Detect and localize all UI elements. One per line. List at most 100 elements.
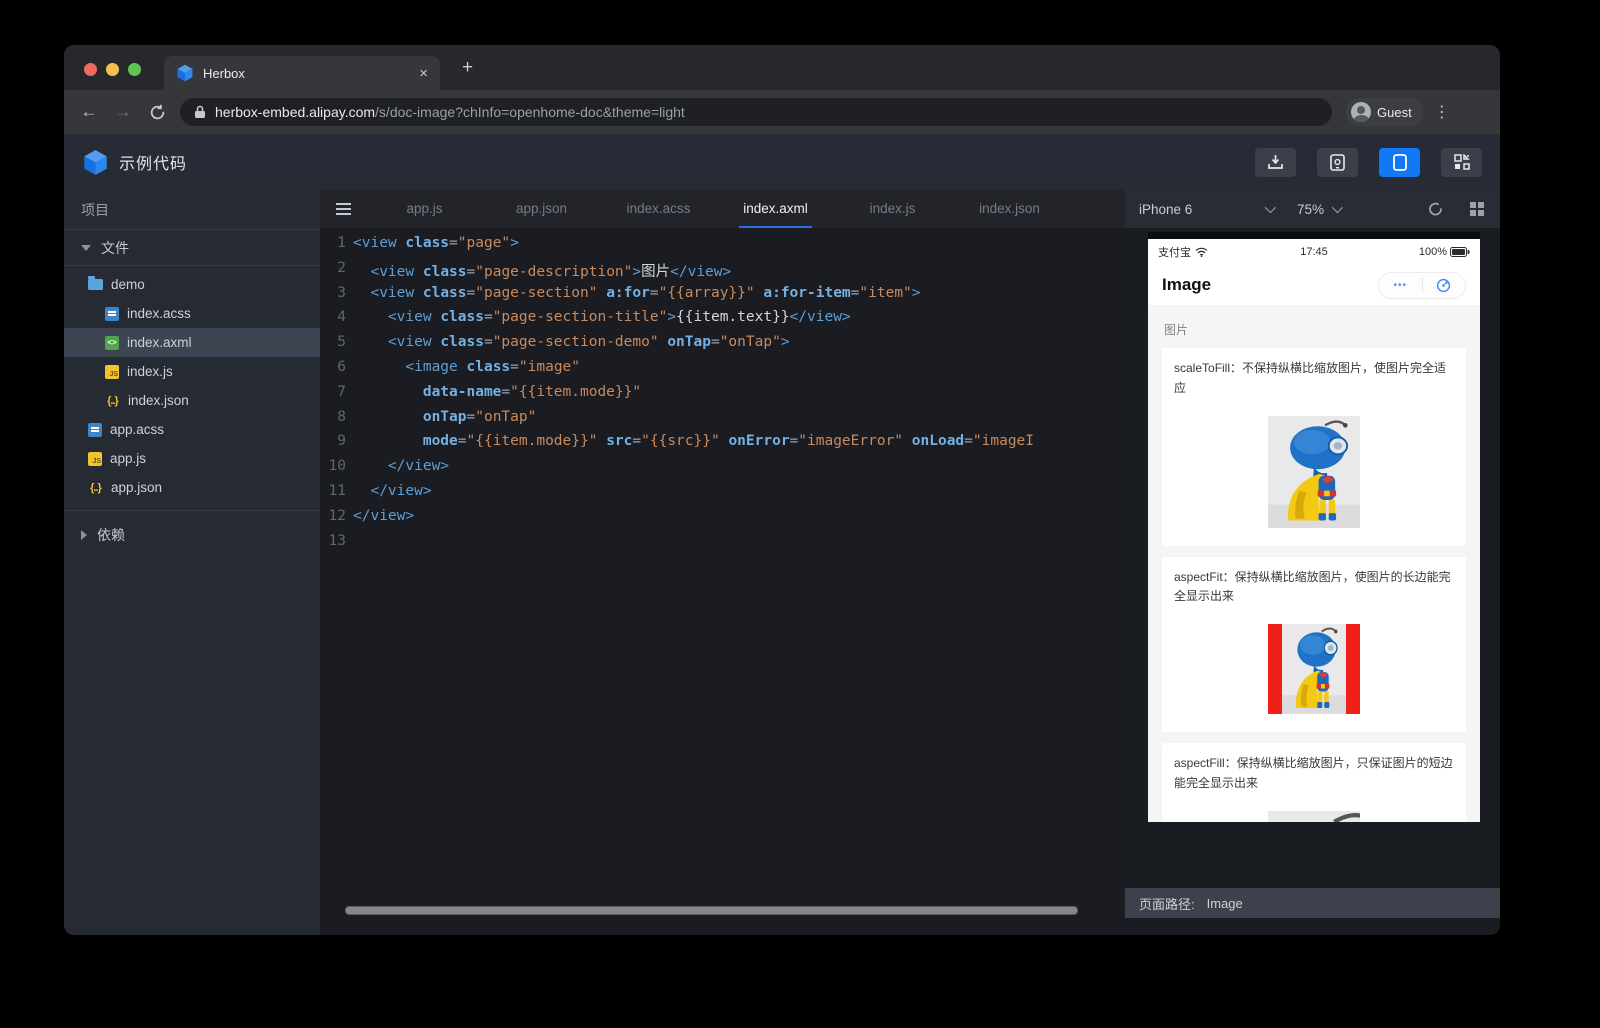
browser-tab[interactable]: Herbox ×	[164, 56, 440, 90]
code-line: 8 onTap="onTap"	[320, 409, 1125, 434]
file-item-app-js[interactable]: JS app.js	[64, 444, 320, 473]
refresh-icon[interactable]	[1428, 201, 1444, 217]
demo-image-aspectfill[interactable]	[1268, 811, 1360, 822]
sidebar-title: 项目	[64, 190, 320, 230]
deps-section-header[interactable]: 依赖	[64, 517, 320, 553]
tab-close-icon[interactable]: ×	[419, 65, 428, 82]
browser-window: Herbox × + ← → herbox-embed.alipay.com/s…	[64, 45, 1500, 935]
deps-section-label: 依赖	[97, 525, 125, 545]
chevron-down-icon	[1265, 202, 1276, 213]
code-line: 11 </view>	[320, 483, 1125, 508]
zoom-label: 75%	[1297, 202, 1324, 217]
file-label: app.json	[111, 480, 162, 495]
tab-title: Herbox	[203, 66, 410, 81]
file-label: demo	[111, 277, 145, 292]
device-select[interactable]: iPhone 6	[1125, 202, 1273, 217]
profile-button[interactable]: Guest	[1346, 98, 1424, 126]
code-line: 2 <view class="page-description">图片</vie…	[320, 260, 1125, 285]
back-icon[interactable]: ←	[72, 102, 106, 122]
code-line: 13	[320, 533, 1125, 558]
avatar	[1351, 102, 1371, 122]
reload-icon[interactable]	[140, 104, 174, 121]
tab-index-acss[interactable]: index.acss	[600, 190, 717, 228]
new-tab-button[interactable]: +	[462, 57, 473, 79]
editor-menu-icon[interactable]	[320, 203, 366, 215]
qrcode-button[interactable]	[1441, 148, 1482, 177]
js-file-icon: JS	[88, 452, 102, 466]
acss-file-icon	[88, 423, 102, 437]
caret-down-icon	[81, 245, 91, 251]
close-window-button[interactable]	[84, 63, 97, 76]
tab-index-json[interactable]: index.json	[951, 190, 1068, 228]
capsule-refresh-icon	[1436, 278, 1451, 293]
more-button[interactable]: •••	[1379, 280, 1422, 291]
simulator-toolbar: iPhone 6 75%	[1125, 190, 1500, 228]
demo-card-aspectfit[interactable]: aspectFit：保持纵横比缩放图片，使图片的长边能完全显示出来	[1162, 557, 1466, 733]
tab-index-js[interactable]: index.js	[834, 190, 951, 228]
file-item-index-json[interactable]: {..} index.json	[64, 386, 320, 415]
code-line: 1<view class="page">	[320, 235, 1125, 260]
address-bar[interactable]: herbox-embed.alipay.com/s/doc-image?chIn…	[180, 98, 1332, 126]
preview-button[interactable]	[1317, 148, 1358, 177]
acss-file-icon	[105, 307, 119, 321]
tab-app-js[interactable]: app.js	[366, 190, 483, 228]
file-label: index.json	[128, 393, 189, 408]
code-line: 3 <view class="page-section" a:for="{{ar…	[320, 285, 1125, 310]
tab-index-axml[interactable]: index.axml	[717, 190, 834, 228]
json-file-icon: {..}	[88, 480, 103, 495]
caret-right-icon	[81, 530, 87, 540]
herbox-favicon	[176, 64, 194, 82]
grid-icon[interactable]	[1470, 202, 1484, 216]
demo-card-scaletofill[interactable]: scaleToFill：不保持纵横比缩放图片，使图片完全适应	[1162, 348, 1466, 546]
demo-title: scaleToFill：不保持纵横比缩放图片，使图片完全适应	[1174, 359, 1454, 399]
demo-title: aspectFill：保持纵横比缩放图片，只保证图片的短边能完全显示出来	[1174, 754, 1454, 794]
demo-image-scaletofill[interactable]	[1268, 416, 1360, 528]
chevron-down-icon	[1332, 202, 1343, 213]
code-line: 5 <view class="page-section-demo" onTap=…	[320, 334, 1125, 359]
code-line: 6 <image class="image"	[320, 359, 1125, 384]
file-item-demo[interactable]: demo	[64, 270, 320, 299]
clock-label: 17:45	[1148, 246, 1480, 258]
code-line: 7 data-name="{{item.mode}}"	[320, 384, 1125, 409]
file-label: index.axml	[127, 335, 192, 350]
minimize-window-button[interactable]	[106, 63, 119, 76]
files-section-label: 文件	[101, 238, 129, 258]
file-tree: demo index.acss <> index.axml JS index.j…	[64, 266, 320, 511]
mini-program-capsule: •••	[1378, 272, 1466, 299]
demo-card-aspectfill[interactable]: aspectFill：保持纵横比缩放图片，只保证图片的短边能完全显示出来	[1162, 743, 1466, 822]
tab-app-json[interactable]: app.json	[483, 190, 600, 228]
zoom-select[interactable]: 75%	[1297, 202, 1340, 217]
phone-statusbar: 支付宝 17:45 100%	[1148, 239, 1480, 265]
file-item-index-acss[interactable]: index.acss	[64, 299, 320, 328]
demo-image-aspectfit[interactable]	[1268, 624, 1360, 714]
herbox-logo	[82, 149, 109, 176]
browser-toolbar: ← → herbox-embed.alipay.com/s/doc-image?…	[64, 90, 1500, 134]
capsule-refresh-button[interactable]	[1423, 278, 1466, 293]
code-line: 10 </view>	[320, 458, 1125, 483]
file-label: app.js	[110, 451, 146, 466]
demo-title: aspectFit：保持纵横比缩放图片，使图片的长边能完全显示出来	[1174, 568, 1454, 608]
file-item-index-js[interactable]: JS index.js	[64, 357, 320, 386]
url-path: /s/doc-image?chInfo=openhome-doc&theme=l…	[375, 104, 685, 120]
horizontal-scrollbar[interactable]	[345, 906, 1078, 915]
simulator-button[interactable]	[1379, 148, 1420, 177]
page-title: Image	[1162, 275, 1211, 295]
files-section-header[interactable]: 文件	[64, 230, 320, 266]
forward-icon[interactable]: →	[106, 102, 140, 122]
folder-icon	[88, 279, 103, 290]
file-item-app-json[interactable]: {..} app.json	[64, 473, 320, 502]
file-item-app-acss[interactable]: app.acss	[64, 415, 320, 444]
browser-menu-icon[interactable]: ⋮	[1434, 102, 1450, 122]
file-label: index.acss	[127, 306, 191, 321]
profile-label: Guest	[1377, 105, 1412, 120]
zoom-window-button[interactable]	[128, 63, 141, 76]
download-button[interactable]	[1255, 148, 1296, 177]
file-item-index-axml[interactable]: <> index.axml	[64, 328, 320, 357]
device-label: iPhone 6	[1139, 202, 1192, 217]
page-path-bar: 页面路径: Image	[1125, 888, 1500, 918]
lock-icon	[194, 105, 206, 119]
phone-content: 图片 scaleToFill：不保持纵横比缩放图片，使图片完全适应 aspect…	[1148, 305, 1480, 822]
simulator-pane: iPhone 6 75% 支付宝 17:45 100%	[1125, 190, 1500, 935]
app-header: 示例代码	[64, 134, 1500, 190]
code-lines[interactable]: 1<view class="page">2 <view class="page-…	[320, 228, 1125, 935]
